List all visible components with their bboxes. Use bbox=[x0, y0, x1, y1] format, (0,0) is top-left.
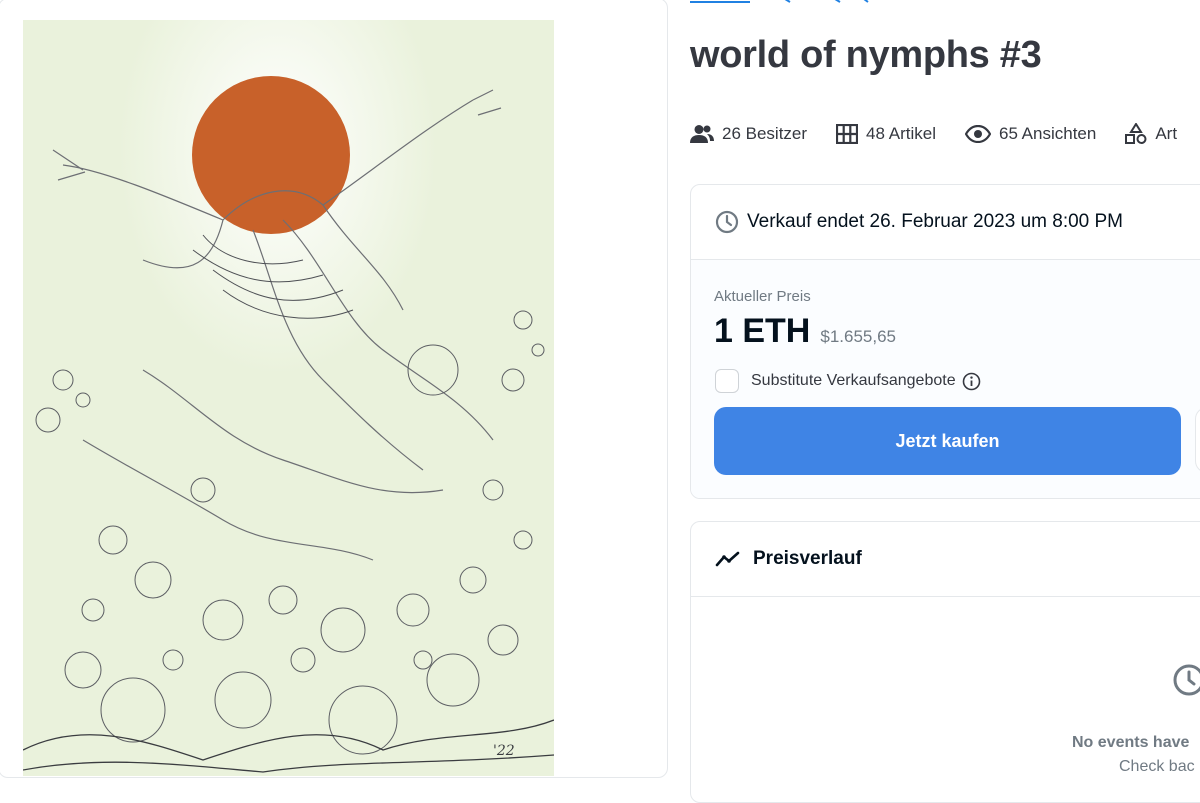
clock-icon bbox=[715, 210, 739, 234]
stat-category-label: Art bbox=[1155, 124, 1178, 143]
empty-clock-icon bbox=[1171, 662, 1200, 703]
stat-items[interactable]: 48 Artikel bbox=[836, 124, 936, 144]
eye-icon bbox=[964, 125, 991, 143]
current-price-label: Aktueller Preis bbox=[714, 288, 811, 305]
substitute-offers-checkbox[interactable] bbox=[715, 369, 739, 393]
svg-text:'22: '22 bbox=[493, 743, 515, 759]
item-title: world of nymphs #3 bbox=[690, 34, 1042, 76]
stat-views-label: 65 Ansichten bbox=[998, 124, 1097, 143]
price-eth: 1 ETH bbox=[714, 312, 811, 350]
stat-owners[interactable]: 26 Besitzer bbox=[690, 124, 807, 144]
empty-events-subtitle: Check bac bbox=[1119, 758, 1195, 775]
artwork-drawing: '22 bbox=[23, 20, 554, 776]
info-icon[interactable] bbox=[962, 372, 981, 391]
substitute-offers-row: Substitute Verkaufsangebote bbox=[715, 369, 981, 393]
substitute-offers-label: Substitute Verkaufsangebote bbox=[751, 372, 956, 389]
item-stats: 26 Besitzer 48 Artikel 65 Ansichten Art bbox=[690, 119, 1200, 149]
grid-icon bbox=[836, 124, 859, 144]
buy-now-button[interactable]: Jetzt kaufen bbox=[714, 407, 1181, 475]
price-history-panel: Preisverlauf No events have Check bac bbox=[690, 521, 1200, 803]
stat-owners-label: 26 Besitzer bbox=[722, 124, 808, 143]
trend-line-icon bbox=[715, 551, 740, 567]
collection-link-fragment[interactable] bbox=[690, 0, 890, 4]
nft-artwork-image[interactable]: '22 bbox=[23, 20, 554, 776]
category-shapes-icon bbox=[1125, 123, 1147, 144]
price-row: 1 ETH $1.655,65 bbox=[714, 312, 896, 351]
sale-end-text: Verkauf endet 26. Februar 2023 um 8:00 P… bbox=[747, 211, 1124, 232]
stat-views: 65 Ansichten bbox=[964, 124, 1097, 144]
make-offer-button[interactable] bbox=[1195, 407, 1200, 473]
listing-panel: Verkauf endet 26. Februar 2023 um 8:00 P… bbox=[690, 184, 1200, 499]
price-usd: $1.655,65 bbox=[820, 327, 896, 346]
price-section: Aktueller Preis 1 ETH $1.655,65 Substitu… bbox=[691, 260, 1200, 498]
price-history-header[interactable]: Preisverlauf bbox=[691, 522, 1200, 597]
owners-icon bbox=[690, 125, 714, 143]
price-history-title: Preisverlauf bbox=[753, 548, 862, 569]
stat-category[interactable]: Art bbox=[1125, 123, 1177, 145]
empty-events-title: No events have bbox=[1072, 734, 1190, 751]
sale-end-row: Verkauf endet 26. Februar 2023 um 8:00 P… bbox=[691, 185, 1200, 260]
stat-items-label: 48 Artikel bbox=[866, 124, 936, 143]
